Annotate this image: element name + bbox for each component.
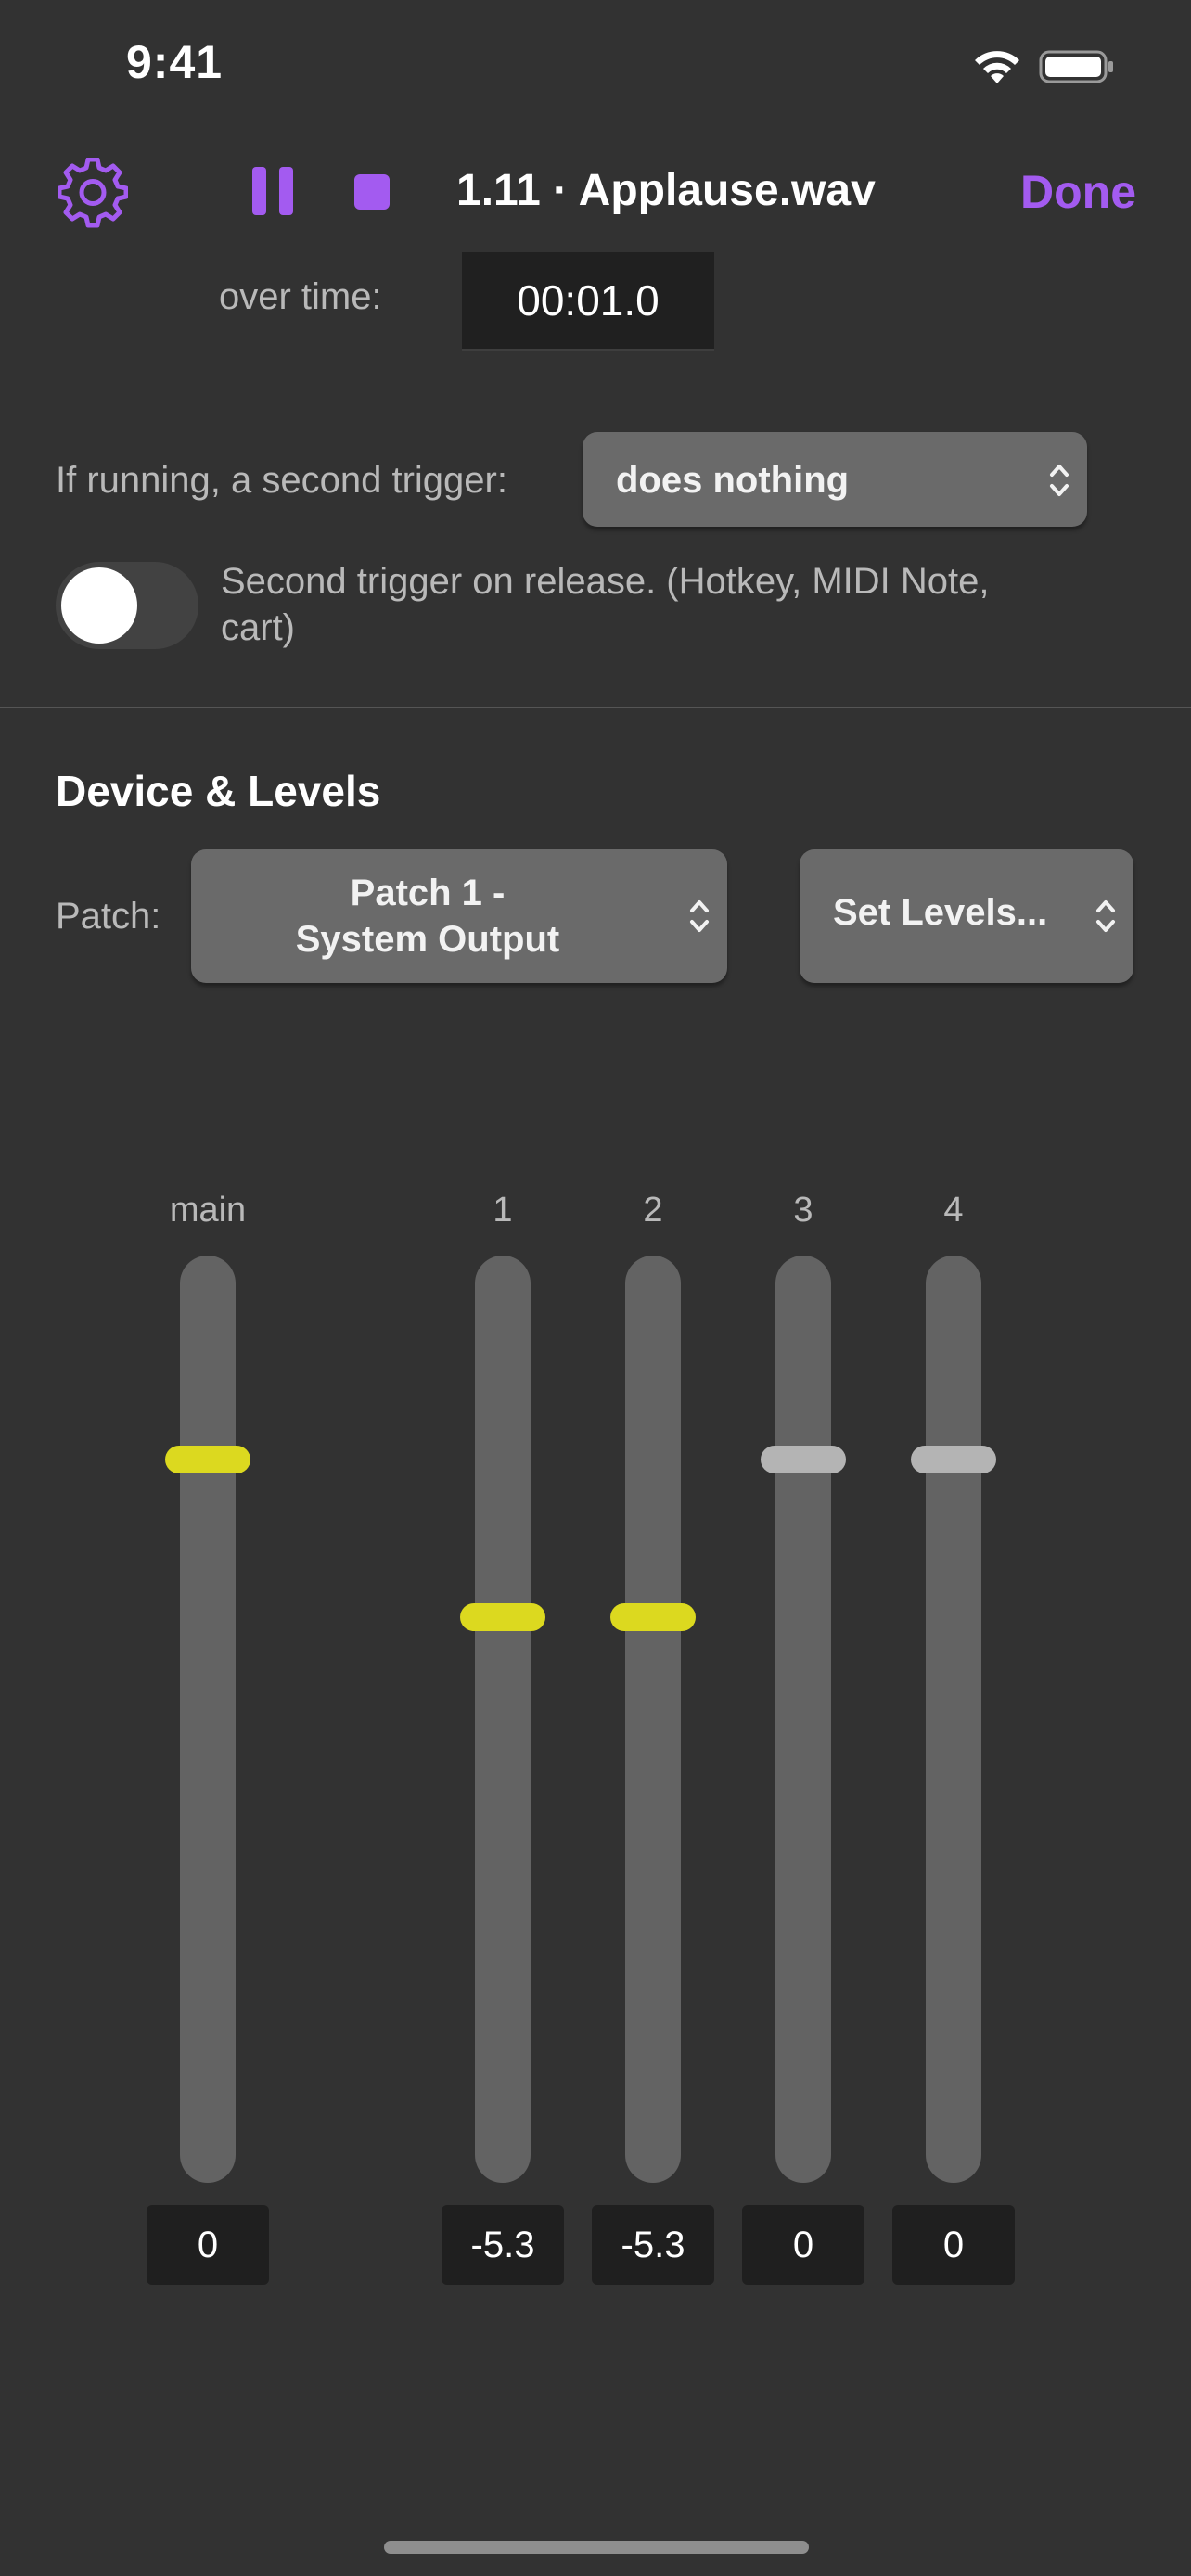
patch-value: Patch 1 - System Output (191, 870, 664, 963)
release-toggle-label: Second trigger on release. (Hotkey, MIDI… (221, 561, 990, 648)
fader-value-field[interactable]: -5.3 (442, 2205, 564, 2285)
fader-track[interactable] (926, 1256, 981, 2183)
toggle-knob (61, 567, 137, 644)
stop-button[interactable] (354, 174, 390, 210)
chevron-updown-icon (1096, 900, 1115, 932)
status-time: 9:41 (126, 36, 224, 88)
fader-label: 3 (793, 1191, 813, 1230)
over-time-field[interactable]: 00:01.0 (462, 252, 714, 351)
chevron-updown-icon (690, 900, 709, 932)
home-indicator (384, 2541, 809, 2554)
over-time-label: over time: (219, 276, 382, 317)
fader-value-field[interactable]: -5.3 (592, 2205, 714, 2285)
fader-label: 2 (643, 1191, 663, 1230)
second-trigger-label: If running, a second trigger: (56, 460, 507, 501)
wifi-icon (975, 51, 1019, 83)
fader-label: main (169, 1191, 247, 1230)
section-divider (0, 707, 1191, 708)
patch-popup[interactable]: Patch 1 - System Output (191, 849, 727, 983)
cue-title: 1.11 · Applause.wav (456, 166, 876, 215)
chevron-updown-icon (1050, 465, 1069, 496)
fader-track[interactable] (475, 1256, 531, 2183)
set-levels-label: Set Levels... (833, 892, 1048, 933)
battery-icon (1039, 50, 1113, 83)
fader-thumb[interactable] (911, 1446, 996, 1473)
fader-value-field[interactable]: 0 (892, 2205, 1015, 2285)
fader-thumb[interactable] (460, 1603, 545, 1631)
fader-label: 4 (943, 1191, 964, 1230)
section-title: Device & Levels (56, 767, 381, 815)
release-toggle[interactable] (56, 562, 198, 649)
patch-label: Patch: (56, 896, 161, 937)
fader-label: 1 (493, 1191, 513, 1230)
fader-track[interactable] (775, 1256, 831, 2183)
fader-thumb[interactable] (165, 1446, 250, 1473)
fader-value-field[interactable]: 0 (147, 2205, 269, 2285)
set-levels-popup[interactable]: Set Levels... (800, 849, 1133, 983)
done-button[interactable]: Done (1020, 165, 1136, 219)
fader-value-field[interactable]: 0 (742, 2205, 864, 2285)
patch-line-1: Patch 1 - (350, 873, 506, 913)
gear-icon[interactable] (58, 158, 128, 228)
patch-line-2: System Output (295, 919, 560, 960)
fader-thumb[interactable] (610, 1603, 696, 1631)
fader-track[interactable] (625, 1256, 681, 2183)
fader-track[interactable] (180, 1256, 236, 2183)
second-trigger-popup[interactable]: does nothing (583, 432, 1087, 527)
pause-button[interactable] (252, 167, 293, 215)
second-trigger-value: does nothing (616, 460, 850, 501)
fader-thumb[interactable] (761, 1446, 846, 1473)
